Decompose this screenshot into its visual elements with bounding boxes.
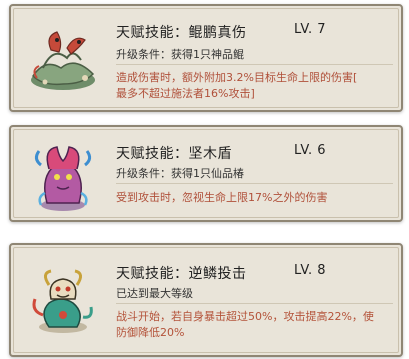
talent-level: LV. 8 [294,263,327,278]
divider [116,303,393,304]
upgrade-condition: 升级条件：获得1只仙品椿 [116,167,244,180]
description-line: 造成伤害时，额外附加3.2%目标生命上限的伤害[ [116,71,358,84]
divider [116,183,393,184]
talent-title: 天赋技能：鲲鹏真伤 [116,25,247,41]
talent-description: 受到攻击时，忽视生命上限17%之外的伤害 [116,190,327,206]
description-line: 受到攻击时，忽视生命上限17%之外的伤害 [116,191,328,204]
talent-level: LV. 6 [294,143,327,158]
talent-title: 天赋技能：坚木盾 [116,146,232,162]
talent-card-nilin[interactable]: 天赋技能：逆鳞投击 LV. 8 已达到最大等级 战斗开始，若自身暴击超过50%，… [9,243,403,357]
upgrade-condition: 升级条件：获得1只神品鲲 [116,48,244,61]
talent-card-kunpeng[interactable]: 天赋技能：鲲鹏真伤 LV. 7 升级条件：获得1只神品鲲 造成伤害时，额外附加3… [9,4,403,112]
upgrade-condition: 已达到最大等级 [116,287,193,300]
description-line: 战斗开始，若自身暴击超过50%，攻击提高22%，使 [116,310,374,323]
kunpeng-creature-icon [23,18,103,98]
divider [116,64,393,65]
talent-description: 造成伤害时，额外附加3.2%目标生命上限的伤害[ 最多不超过施法者16%攻击] [116,70,357,102]
talent-title: 天赋技能：逆鳞投击 [116,266,247,282]
description-line: 最多不超过施法者16%攻击] [116,87,255,100]
description-line: 防御降低20% [116,326,185,339]
talent-description: 战斗开始，若自身暴击超过50%，攻击提高22%，使 防御降低20% [116,309,374,341]
talent-card-jianmudun[interactable]: 天赋技能：坚木盾 LV. 6 升级条件：获得1只仙品椿 受到攻击时，忽视生命上限… [9,125,403,222]
chun-tree-spirit-icon [23,135,103,215]
dragon-creature-icon [23,259,103,339]
talent-level: LV. 7 [294,22,327,37]
